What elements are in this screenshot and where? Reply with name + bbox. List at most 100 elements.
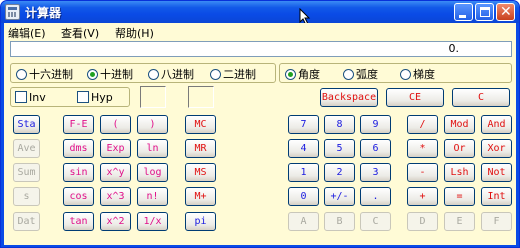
calculator-body: 编辑(E) 查看(V) 帮助(H) 0. 十六进制 十进制 八进制 二进制 角度… [4,23,516,245]
key-open-paren-button[interactable]: ( [100,115,131,134]
key-5-button[interactable]: 5 [324,139,355,158]
key-c-button[interactable]: C [452,88,510,107]
radio-dot [400,68,411,80]
key-dat-button: Dat [13,212,40,231]
radio-dec[interactable]: 十进制 [87,67,133,81]
radio-dot [87,68,98,80]
close-icon: ✕ [500,4,512,20]
key-log-button[interactable]: log [137,163,168,182]
key-divide-button[interactable]: / [407,115,438,134]
key-3-button[interactable]: 3 [360,163,391,182]
key-xor-button[interactable]: Xor [481,139,512,158]
checkbox-inv[interactable]: Inv [15,90,46,104]
radio-hex[interactable]: 十六进制 [16,67,73,81]
radio-oct[interactable]: 八进制 [148,67,194,81]
maximize-icon [480,7,490,17]
radio-label: 八进制 [161,68,194,81]
radio-radians[interactable]: 弧度 [343,67,378,81]
key-sin-button[interactable]: sin [63,163,94,182]
key-and-button[interactable]: And [481,115,512,134]
key-pi-button[interactable]: pi [185,212,216,231]
key-or-button[interactable]: Or [444,139,475,158]
key-square-button[interactable]: x^2 [100,212,131,231]
key-close-paren-button[interactable]: ) [137,115,168,134]
key-mr-button[interactable]: MR [185,139,216,158]
radio-label: 弧度 [356,68,378,81]
key-cos-button[interactable]: cos [63,187,94,206]
key-factorial-button[interactable]: n! [137,187,168,206]
key-sign-button[interactable]: +/- [324,187,355,206]
key-0-button[interactable]: 0 [288,187,319,206]
key-plus-button[interactable]: + [407,187,438,206]
menu-bar: 编辑(E) 查看(V) 帮助(H) [4,23,516,40]
key-d-button: D [407,212,438,231]
key-b-button: B [324,212,355,231]
key-a-button: A [288,212,319,231]
key-7-button[interactable]: 7 [288,115,319,134]
key-not-button[interactable]: Not [481,163,512,182]
key-ms-button[interactable]: MS [185,163,216,182]
radio-label: 十进制 [100,68,133,81]
key-sum-button: Sum [13,163,40,182]
key-6-button[interactable]: 6 [360,139,391,158]
checkbox-label: Inv [29,90,46,104]
key-c-button: C [360,212,391,231]
key-1-button[interactable]: 1 [288,163,319,182]
key-int-button[interactable]: Int [481,187,512,206]
key-e-button: E [444,212,475,231]
title-bar[interactable]: 计算器 ✕ [1,1,519,26]
key-ce-button[interactable]: CE [386,88,444,107]
key-reciprocal-button[interactable]: 1/x [137,212,168,231]
checkbox-label: Hyp [91,90,113,104]
key-m-button[interactable]: M+ [185,187,216,206]
menu-help[interactable]: 帮助(H) [115,25,154,41]
calculator-icon [5,4,20,20]
key-sta-button[interactable]: Sta [13,115,40,134]
key-f-e-button[interactable]: F-E [63,115,94,134]
key-mc-button[interactable]: MC [185,115,216,134]
radio-degrees[interactable]: 角度 [285,67,320,81]
key-tan-button[interactable]: tan [63,212,94,231]
key-backspace-button[interactable]: Backspace [320,88,378,107]
maximize-button[interactable] [475,3,494,21]
parenthesis-indicator [140,86,166,108]
radio-label: 梯度 [413,68,435,81]
key-s-button: s [13,187,40,206]
window-title: 计算器 [25,6,62,20]
key-8-button[interactable]: 8 [324,115,355,134]
calculator-window: 计算器 ✕ 编辑(E) 查看(V) 帮助(H) 0. 十六进制 十进制 八进制 … [0,0,520,248]
key-9-button[interactable]: 9 [360,115,391,134]
radio-dot [343,68,354,80]
menu-view[interactable]: 查看(V) [61,25,99,41]
key-ln-button[interactable]: ln [137,139,168,158]
radio-label: 角度 [298,68,320,81]
key-decimal-button[interactable]: . [360,187,391,206]
key-multiply-button[interactable]: * [407,139,438,158]
display-field[interactable]: 0. [10,41,512,57]
key-mod-button[interactable]: Mod [444,115,475,134]
memory-indicator [188,86,214,108]
key-minus-button[interactable]: - [407,163,438,182]
key-dms-button[interactable]: dms [63,139,94,158]
key-2-button[interactable]: 2 [324,163,355,182]
checkbox-hyp[interactable]: Hyp [77,90,113,104]
key-equals-button[interactable]: = [444,187,475,206]
radio-label: 二进制 [223,68,256,81]
key-exp-button[interactable]: Exp [100,139,131,158]
inv-hyp-group: Inv Hyp [10,87,130,107]
key-4-button[interactable]: 4 [288,139,319,158]
menu-edit[interactable]: 编辑(E) [8,25,46,41]
checkbox-box [15,91,27,103]
minimize-icon [459,15,466,18]
minimize-button[interactable] [454,3,473,21]
close-button[interactable]: ✕ [496,3,515,21]
radio-dot [210,68,221,80]
radio-grads[interactable]: 梯度 [400,67,435,81]
radio-dot [285,68,296,80]
number-base-group: 十六进制 十进制 八进制 二进制 [10,63,276,83]
key-cube-button[interactable]: x^3 [100,187,131,206]
checkbox-box [77,91,89,103]
key-power-button[interactable]: x^y [100,163,131,182]
radio-bin[interactable]: 二进制 [210,67,256,81]
key-lsh-button[interactable]: Lsh [444,163,475,182]
